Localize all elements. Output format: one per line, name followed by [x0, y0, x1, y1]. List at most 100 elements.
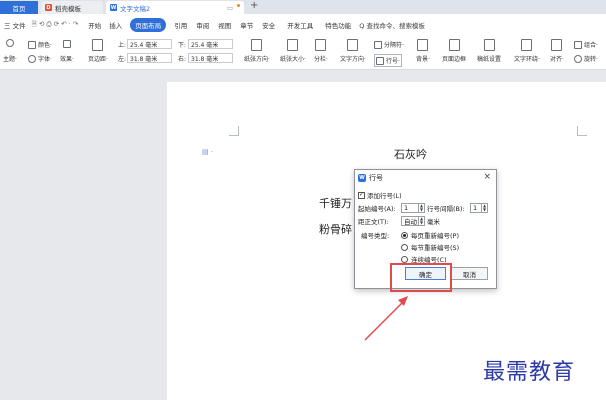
writer-doc-icon: W [110, 4, 117, 11]
command-search[interactable]: Q 查找命令、搜索模板 [359, 20, 425, 30]
align-icon [551, 39, 563, 51]
menu-section[interactable]: 章节 [240, 20, 253, 30]
align-button[interactable]: 对齐· [550, 39, 564, 63]
effect-button[interactable]: 效果· [60, 54, 74, 63]
menu-dev-tools[interactable]: 开发工具 [287, 20, 313, 30]
page-corner-mark [229, 126, 239, 136]
line-number-label: 行号· [386, 58, 400, 65]
restart-section-option[interactable]: 每节重新编号(S) [401, 242, 459, 252]
add-line-numbers-checkbox[interactable]: ✓ 添加行号(L) [358, 190, 402, 200]
font-button[interactable]: 字体· [28, 54, 52, 63]
page-border-button[interactable]: 页面边框 [442, 39, 466, 63]
dialog-titlebar: W 行号 [355, 170, 496, 186]
radio-continuous[interactable] [401, 255, 408, 263]
start-number-stepper[interactable]: ▲ ▼ [419, 203, 425, 213]
separator-icon [374, 40, 382, 49]
text-direction-button[interactable]: 文字方向· [340, 39, 366, 63]
tab-bar: 首页 D 稻壳模板 W 文字文稿2 ▭ + [0, 0, 606, 14]
paragraph-handle-icon[interactable]: ▤ · [202, 148, 213, 156]
poem-line-1: 千锤万 [319, 197, 352, 210]
text-direction-label: 文字方向· [340, 56, 366, 63]
add-line-numbers-label: 添加行号(L) [367, 192, 402, 200]
rotate-label: 旋转· [584, 56, 598, 63]
manuscript-button[interactable]: 稿纸设置 [477, 39, 501, 63]
effect-icon[interactable] [63, 40, 73, 48]
paper-size-label: 纸张大小· [280, 56, 306, 63]
docer-logo-icon: D [45, 4, 52, 11]
tab-document-label: 文字文稿2 [120, 4, 151, 13]
tab-template[interactable]: D 稻壳模板 [41, 1, 103, 14]
monitor-icon[interactable]: ▭ [227, 4, 233, 12]
tab-document[interactable]: W 文字文稿2 ▭ [106, 1, 244, 14]
poem-line-2: 粉骨碎 [319, 223, 352, 236]
close-icon[interactable]: × [483, 172, 491, 182]
line-number-icon [376, 56, 384, 65]
color-button[interactable]: 颜色· [28, 40, 52, 49]
margin-label: 页边距· [88, 56, 108, 63]
menu-security[interactable]: 安全 [262, 20, 275, 30]
checkbox-checked-icon: ✓ [358, 191, 365, 199]
radio-restart-page[interactable] [401, 231, 408, 239]
interval-input[interactable]: 1 [470, 203, 482, 213]
poem-title: 石灰吟 [394, 148, 427, 161]
radio-restart-section[interactable] [401, 243, 408, 251]
quick-access-icons[interactable]: 🗎 ⟲ ⎙ ⟳ ↶ · ↷ [32, 20, 79, 31]
restart-section-label: 每节重新编号(S) [411, 244, 460, 252]
orientation-icon [251, 39, 263, 51]
start-number-input[interactable]: 1 [401, 203, 419, 213]
menu-start[interactable]: 开始 [88, 20, 101, 30]
page-border-label: 页面边框 [442, 56, 467, 63]
palette-icon [28, 40, 36, 49]
line-number-button[interactable]: 行号· [374, 54, 402, 67]
distance-input[interactable]: 自动 [401, 216, 419, 226]
columns-button[interactable]: 分栏· [314, 39, 328, 63]
menu-bar: 三 文件 🗎 ⟲ ⎙ ⟳ ↶ · ↷ 开始 插入 页面布局 引用 审阅 视图 章… [0, 14, 606, 36]
new-tab-button[interactable]: + [250, 0, 258, 11]
interval-stepper[interactable]: ▲ ▼ [482, 203, 488, 213]
restart-page-label: 每页重新编号(P) [411, 232, 459, 240]
menu-special[interactable]: 特色功能 [325, 20, 351, 30]
bottom-margin-input[interactable]: 25.4 毫米 [188, 39, 233, 49]
menu-file[interactable]: 三 文件 [4, 20, 26, 30]
wrap-icon [521, 39, 533, 51]
group-button[interactable]: 组合· [574, 40, 598, 49]
distance-stepper[interactable]: ▲ ▼ [419, 216, 425, 226]
theme-button[interactable]: 主题· [3, 54, 17, 63]
rotate-button[interactable]: 旋转· [574, 54, 598, 63]
background-label: 背景· [416, 56, 430, 63]
distance-label: 距正文(T): [358, 218, 389, 226]
menu-page-layout[interactable]: 页面布局 [130, 18, 167, 32]
bottom-margin-label: 下: [178, 42, 187, 49]
group-icon [574, 40, 582, 49]
background-icon [417, 39, 429, 51]
color-label: 颜色· [38, 42, 52, 49]
top-margin-input[interactable]: 25.4 毫米 [127, 39, 172, 49]
top-margin-label: 上: [118, 42, 127, 49]
menu-review[interactable]: 审阅 [196, 20, 209, 30]
left-margin-label: 左: [118, 56, 127, 63]
group-label: 组合· [584, 42, 598, 49]
theme-gear-icon[interactable] [6, 39, 16, 47]
left-margin-input[interactable]: 31.8 毫米 [127, 53, 172, 63]
dialog-title: 行号 [369, 174, 383, 182]
start-number-label: 起始编号(A): [358, 205, 396, 213]
right-margin-input[interactable]: 31.8 毫米 [188, 53, 233, 63]
cancel-button[interactable]: 取消 [451, 267, 488, 280]
menu-reference[interactable]: 引用 [174, 20, 187, 30]
orientation-button[interactable]: 纸张方向· [244, 39, 270, 63]
right-margin-label: 右: [178, 56, 187, 63]
menu-view[interactable]: 视图 [218, 20, 231, 30]
wrap-button[interactable]: 文字环绕· [514, 39, 540, 63]
separator-button[interactable]: 分隔符· [374, 40, 404, 49]
menu-insert[interactable]: 插入 [109, 20, 122, 30]
paper-size-button[interactable]: 纸张大小· [280, 39, 306, 63]
tab-home[interactable]: 首页 [0, 1, 38, 14]
page-corner-mark [577, 126, 587, 136]
tab-home-label: 首页 [12, 4, 26, 13]
align-label: 对齐· [550, 56, 564, 63]
margin-button[interactable]: 页边距· [88, 39, 108, 63]
columns-icon [315, 39, 327, 51]
interval-label: 行号间隔(B): [427, 205, 465, 213]
numbering-type-label: 编号类型: [361, 232, 390, 240]
background-button[interactable]: 背景· [416, 39, 430, 63]
